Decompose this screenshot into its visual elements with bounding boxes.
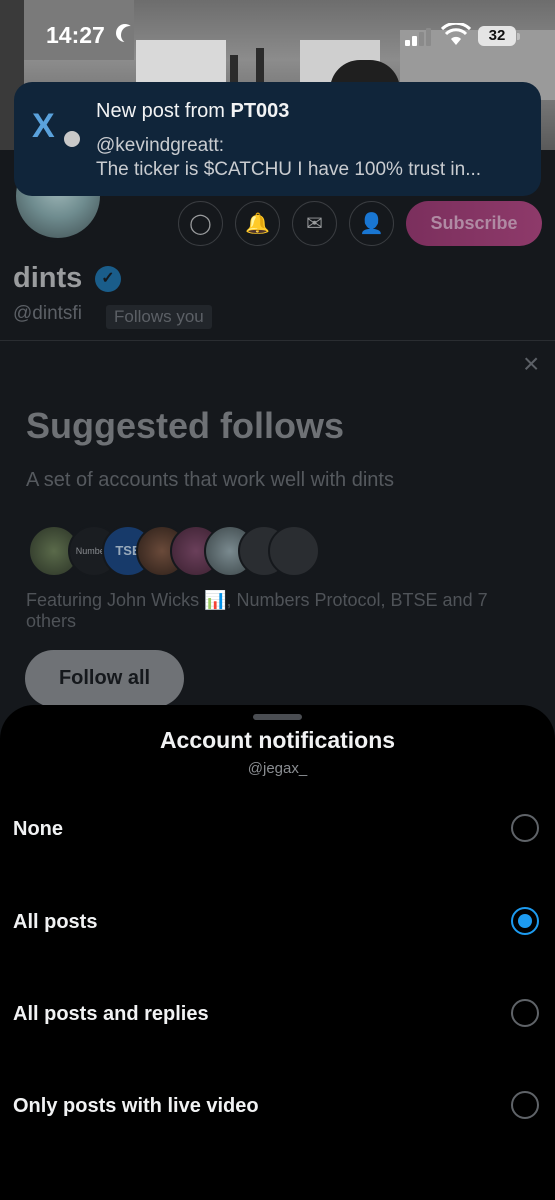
avatar — [268, 525, 320, 577]
envelope-icon: ✉ — [306, 213, 323, 235]
option-none[interactable]: None — [0, 800, 555, 860]
suggested-follows-subtitle: A set of accounts that work well with di… — [26, 469, 394, 491]
tip-jar-button[interactable]: ◯ — [178, 201, 223, 246]
option-label: Only posts with live video — [13, 1095, 259, 1117]
status-time: 14:27 — [46, 22, 105, 48]
option-label: None — [13, 818, 63, 840]
suggested-avatars[interactable]: Numbers TSE — [28, 525, 328, 577]
message-button[interactable]: ✉ — [292, 201, 337, 246]
focus-moon-icon — [121, 26, 139, 44]
option-all-posts-and-replies[interactable]: All posts and replies — [0, 985, 555, 1045]
radio-button[interactable] — [511, 999, 539, 1027]
notification-title: New post from PT003 — [96, 100, 289, 123]
option-live-video[interactable]: Only posts with live video — [0, 1077, 555, 1137]
following-button[interactable]: 👤 — [349, 201, 394, 246]
radio-button[interactable] — [511, 814, 539, 842]
close-icon[interactable]: × — [523, 348, 539, 380]
subscribe-button[interactable]: Subscribe — [406, 201, 542, 246]
wifi-icon — [441, 23, 471, 45]
notification-line-1: @kevindgreatt: — [96, 135, 225, 156]
verified-badge-icon: ✓ — [95, 266, 121, 292]
radio-button[interactable] — [511, 1091, 539, 1119]
option-label: All posts — [13, 911, 98, 933]
money-bag-icon: ◯ — [189, 213, 212, 235]
bell-check-icon: 🔔 — [245, 213, 270, 235]
profile-handle: @dintsfi — [13, 303, 82, 324]
sheet-handle: @jegax_ — [247, 760, 308, 777]
notification-line-2: The ticker is $CATCHU I have 100% trust … — [96, 159, 482, 180]
option-all-posts[interactable]: All posts — [0, 893, 555, 953]
suggested-follows-title: Suggested follows — [26, 405, 345, 446]
divider — [0, 340, 555, 341]
notification-title-prefix: New post from — [96, 100, 231, 122]
profile-display-name: dints — [13, 262, 83, 294]
follow-all-button[interactable]: Follow all — [25, 650, 184, 707]
battery-icon: 32 — [478, 26, 520, 46]
push-notification[interactable]: X New post from PT003 @kevindgreatt: The… — [14, 82, 541, 196]
radio-button[interactable] — [511, 907, 539, 935]
notifications-button[interactable]: 🔔 — [235, 201, 280, 246]
option-label: All posts and replies — [13, 1003, 209, 1025]
status-bar: 14:27 32 — [0, 0, 555, 72]
sheet-title: Account notifications — [159, 727, 396, 753]
follows-you-badge: Follows you — [106, 305, 212, 329]
cellular-signal-icon — [405, 28, 433, 46]
account-notifications-sheet: Account notifications @jegax_ None All p… — [0, 705, 555, 1200]
sheet-grabber[interactable] — [253, 714, 302, 720]
featuring-text: Featuring John Wicks 📊, Numbers Protocol… — [26, 590, 488, 631]
person-check-icon: 👤 — [359, 213, 384, 235]
avatar — [62, 129, 82, 149]
notification-author: PT003 — [230, 100, 290, 122]
